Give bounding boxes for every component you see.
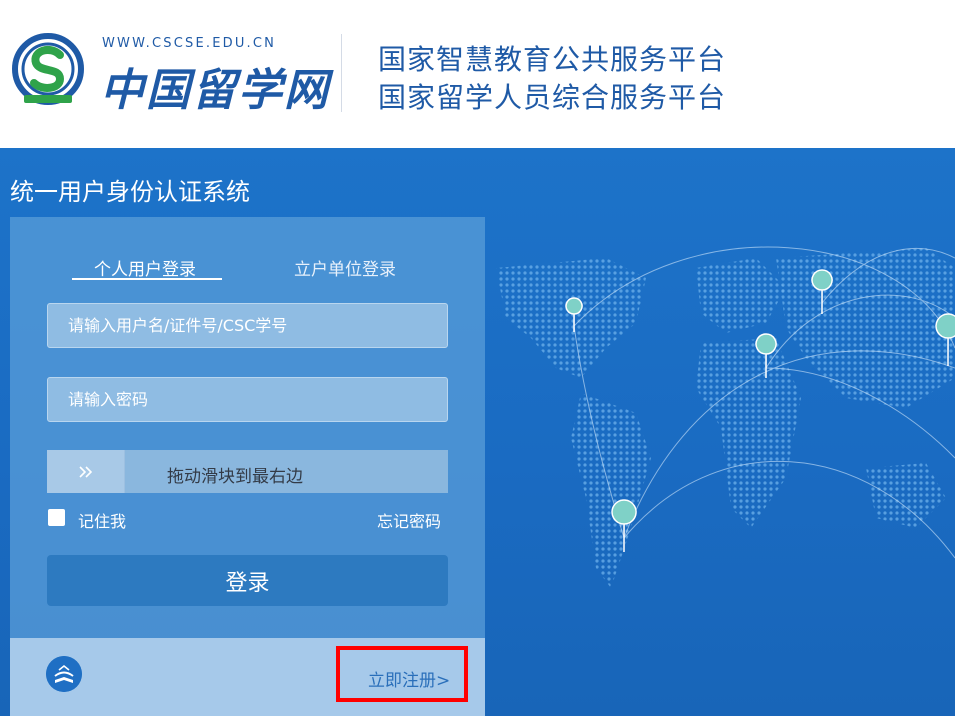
double-chevron-right-icon <box>78 465 92 478</box>
highlight-annotation <box>336 646 468 702</box>
password-input[interactable] <box>47 377 448 422</box>
site-header: WWW.CSCSE.EDU.CN 中国留学网 国家智慧教育公共服务平台 国家留学… <box>0 0 955 148</box>
remember-me-checkbox[interactable] <box>48 509 65 526</box>
slider-label: 拖动滑块到最右边 <box>167 467 303 487</box>
tab-personal-login[interactable]: 个人用户登录 <box>94 255 196 280</box>
site-url: WWW.CSCSE.EDU.CN <box>102 36 277 51</box>
panel-footer: 立即注册> <box>10 638 485 716</box>
book-globe-icon[interactable] <box>46 656 82 692</box>
login-button[interactable]: 登录 <box>47 555 448 606</box>
platform-title-2: 国家留学人员综合服务平台 <box>378 81 727 114</box>
system-title: 统一用户身份认证系统 <box>10 178 250 206</box>
cscse-logo-icon[interactable] <box>10 33 86 109</box>
header-divider <box>341 34 342 112</box>
slider-handle[interactable] <box>47 450 125 493</box>
remember-me-label[interactable]: 记住我 <box>78 508 126 532</box>
active-tab-indicator <box>72 278 222 280</box>
login-banner: 统一用户身份认证系统 个人用户登录 立户单位登录 拖动滑块到最右边 记住我 忘记… <box>0 148 955 716</box>
site-name: 中国留学网 <box>100 65 330 116</box>
slider-captcha[interactable]: 拖动滑块到最右边 <box>47 450 448 493</box>
tab-unit-login[interactable]: 立户单位登录 <box>294 255 396 280</box>
username-input[interactable] <box>47 303 448 348</box>
login-panel: 个人用户登录 立户单位登录 拖动滑块到最右边 记住我 忘记密码 登录 立即注册 <box>10 217 485 716</box>
forgot-password-link[interactable]: 忘记密码 <box>377 508 441 532</box>
platform-title-1: 国家智慧教育公共服务平台 <box>378 43 727 76</box>
world-map-image <box>496 246 955 588</box>
